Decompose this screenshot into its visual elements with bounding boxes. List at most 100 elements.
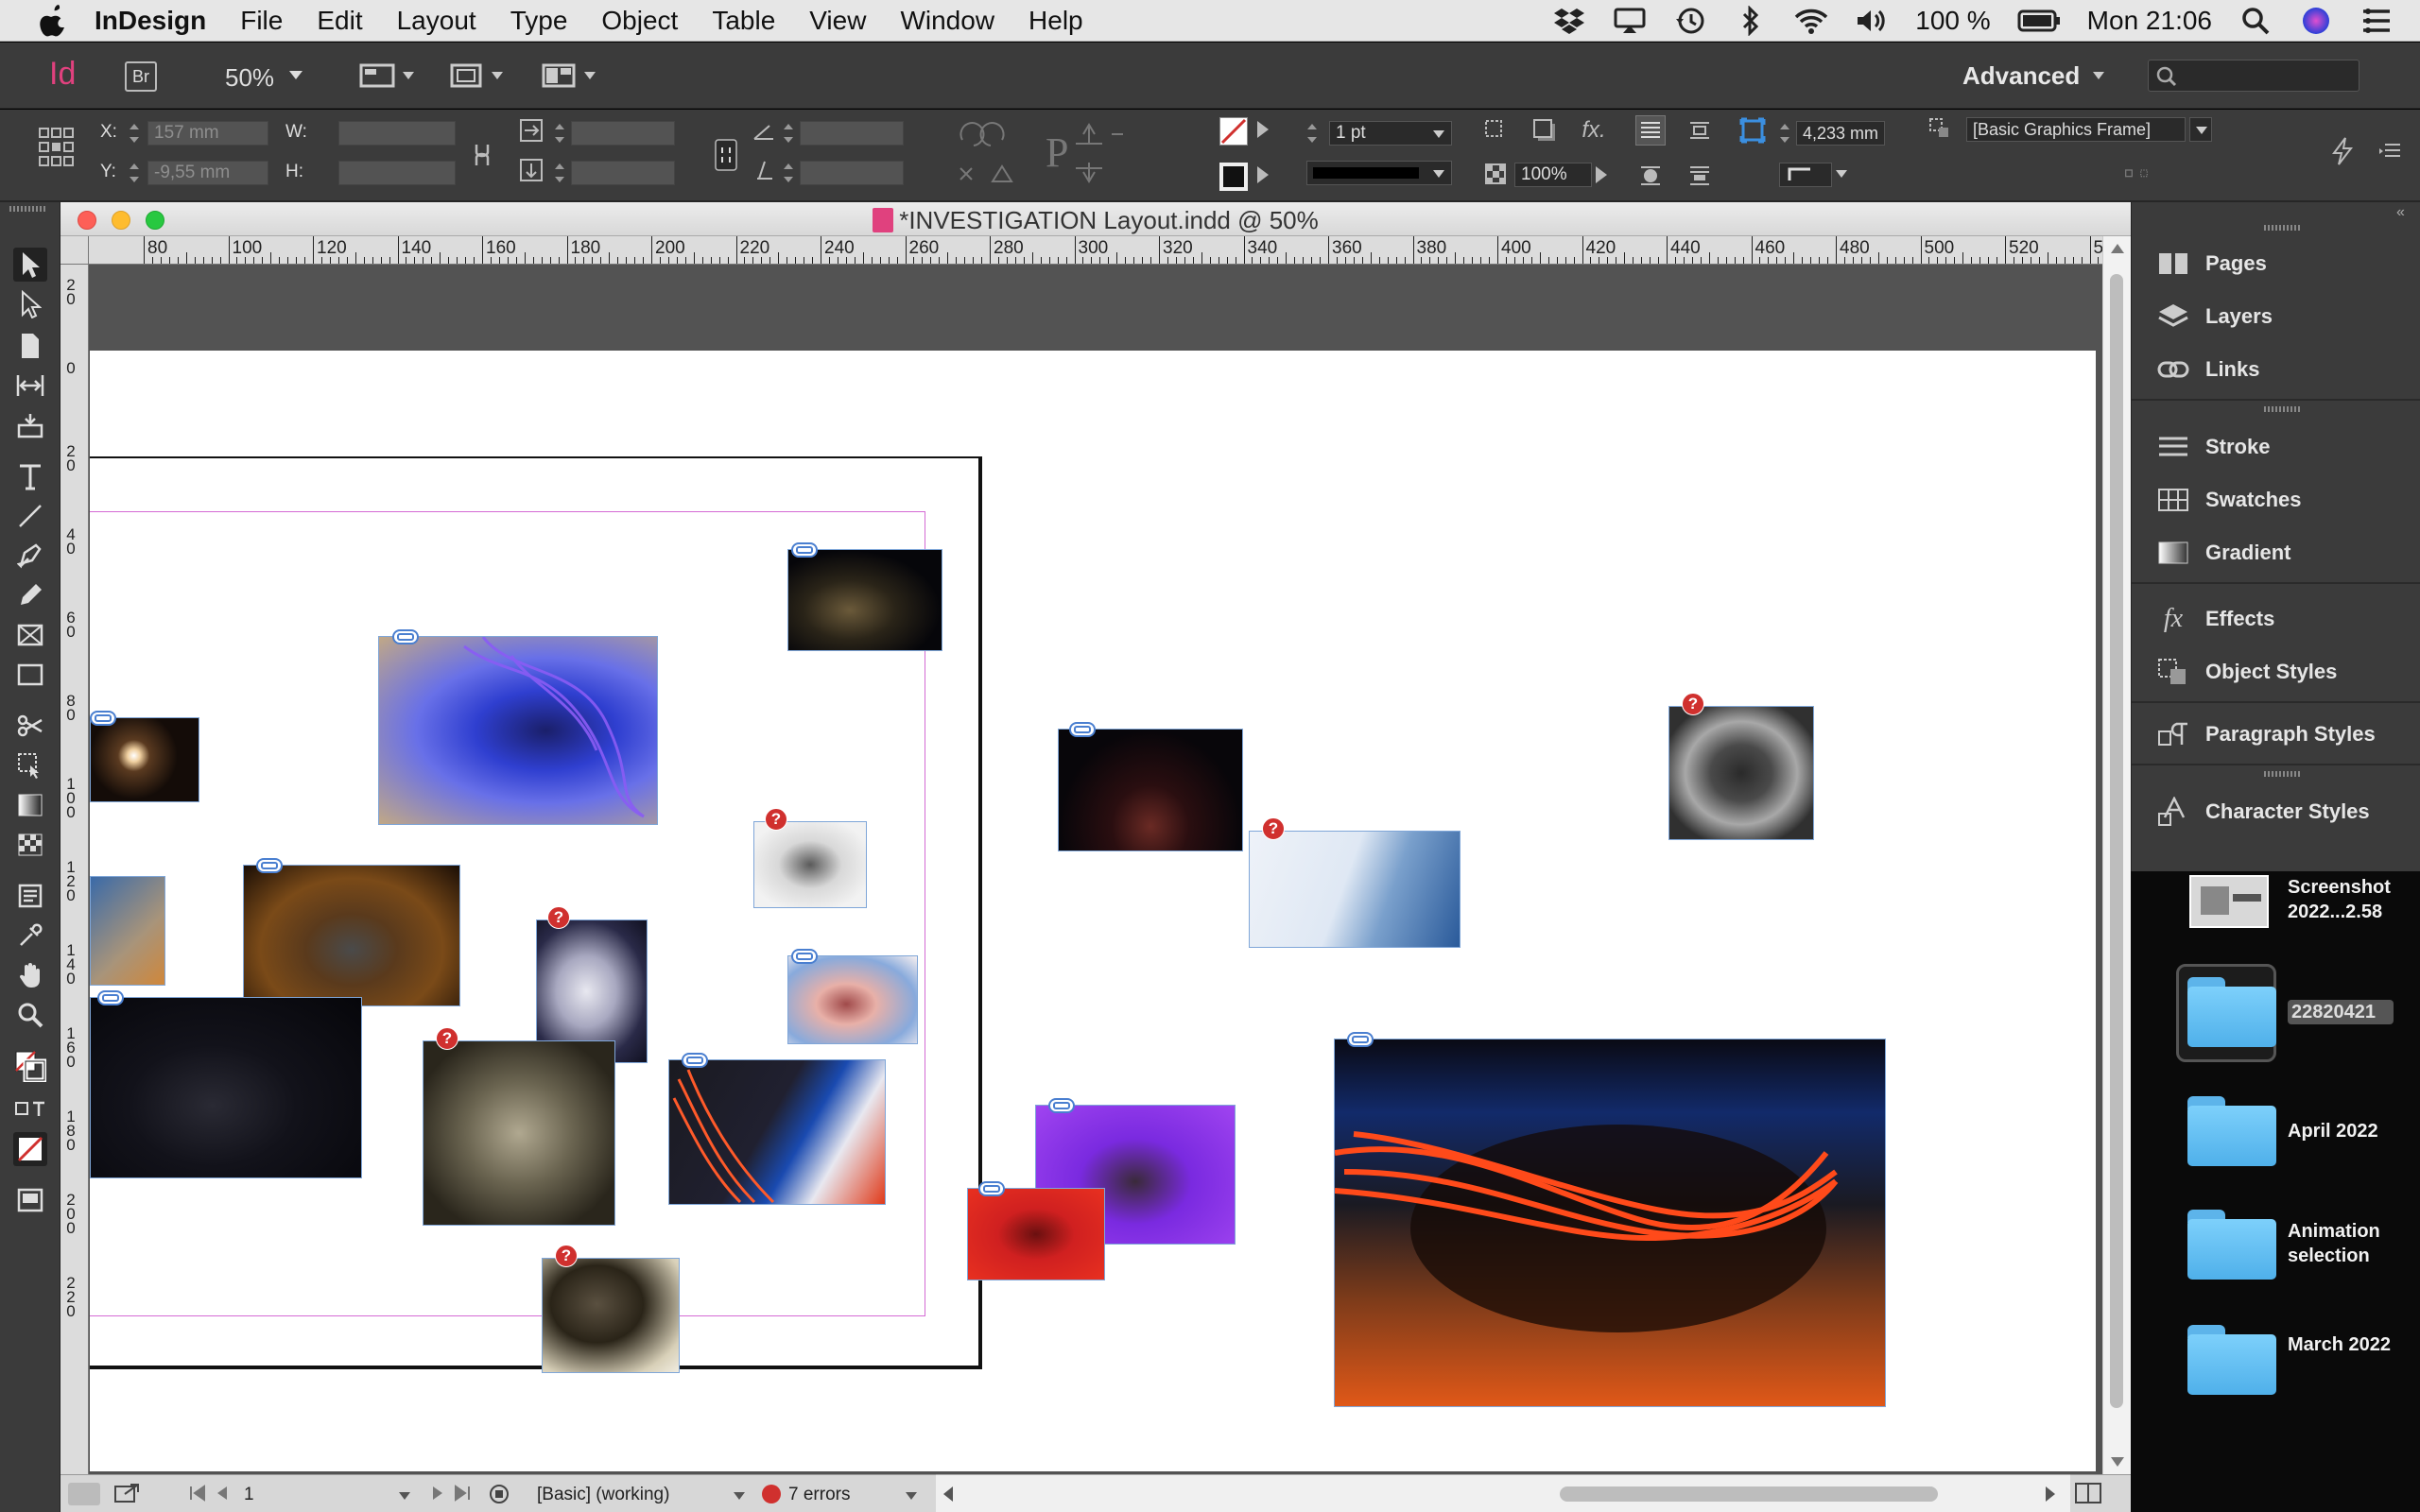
placed-image-bowl-dark[interactable] [787, 549, 942, 651]
preflight-errors[interactable]: 7 errors [788, 1485, 850, 1505]
zoom-level[interactable]: 50% [225, 63, 274, 93]
stroke-menu-arrow-icon[interactable] [1257, 166, 1269, 183]
desktop-folder[interactable]: April 2022 [2131, 1091, 2420, 1176]
chevron-down-icon[interactable] [2093, 72, 2104, 79]
ruler-origin[interactable] [60, 236, 89, 265]
rotate-angle-icon[interactable] [749, 115, 779, 146]
apple-icon[interactable] [38, 4, 70, 37]
link-icon[interactable] [1069, 722, 1096, 737]
link-icon[interactable] [97, 990, 124, 1005]
y-field[interactable]: -9,55 mm [147, 161, 268, 185]
scale-x-icon[interactable] [516, 115, 546, 146]
missing-link-icon[interactable]: ? [1682, 693, 1704, 715]
airplay-icon[interactable] [1613, 4, 1647, 38]
missing-link-icon[interactable]: ? [555, 1245, 578, 1267]
gradient-feather-tool-icon[interactable] [13, 828, 47, 862]
volume-icon[interactable] [1855, 4, 1889, 38]
rotate-field[interactable] [800, 121, 904, 146]
screen-mode-button[interactable] [448, 60, 503, 92]
menubar-clock[interactable]: Mon 21:06 [2087, 6, 2212, 36]
fill-menu-arrow-icon[interactable] [1257, 121, 1269, 138]
placed-image-speckled-surface[interactable] [423, 1040, 615, 1226]
object-style-select[interactable]: [Basic Graphics Frame] [1966, 117, 2186, 142]
rectangle-frame-tool-icon[interactable] [13, 618, 47, 652]
chevron-down-icon[interactable] [399, 1492, 410, 1500]
fill-none-swatch[interactable] [1219, 117, 1248, 146]
x-field[interactable]: 157 mm [147, 121, 268, 146]
scale-x-field[interactable] [571, 121, 675, 146]
preflight-profile-icon[interactable] [488, 1483, 510, 1511]
panel-group-grip[interactable] [2264, 406, 2302, 412]
menu-window[interactable]: Window [900, 6, 994, 36]
adobe-stock-search-input[interactable] [2148, 60, 2360, 92]
panel-layers[interactable]: Layers [2132, 291, 2420, 342]
vertical-scrollbar[interactable] [2102, 236, 2131, 1474]
selection-tool-icon[interactable] [13, 248, 47, 282]
workspace-switcher[interactable]: Advanced [1962, 61, 2080, 91]
menu-indesign[interactable]: InDesign [95, 6, 206, 36]
next-page-icon[interactable] [431, 1485, 444, 1507]
vertical-scroll-thumb[interactable] [2110, 274, 2123, 1408]
object-style-dropdown[interactable] [2189, 117, 2212, 142]
panel-object-styles[interactable]: Object Styles [2132, 646, 2420, 697]
document-canvas[interactable]: ? ? ? ? ? ? [90, 266, 2096, 1473]
menu-table[interactable]: Table [712, 6, 775, 36]
spotlight-search-icon[interactable] [2238, 4, 2273, 38]
missing-link-icon[interactable]: ? [547, 906, 570, 929]
link-icon[interactable] [1048, 1098, 1075, 1113]
corner-shape-select[interactable] [1779, 163, 1832, 187]
battery-icon[interactable] [2017, 4, 2061, 38]
panel-stroke[interactable]: Stroke [2132, 421, 2420, 472]
opacity-icon[interactable] [1480, 159, 1511, 189]
panel-swatches[interactable]: Swatches [2132, 474, 2420, 525]
desktop-folder[interactable]: Animation selection [2131, 1204, 2420, 1289]
control-center-icon[interactable] [2360, 4, 2394, 38]
placed-image-red-bowl[interactable] [967, 1188, 1105, 1280]
link-icon[interactable] [1347, 1032, 1374, 1047]
siri-icon[interactable] [2299, 4, 2333, 38]
pencil-tool-icon[interactable] [13, 578, 47, 612]
fx-effects-icon[interactable]: fx. [1579, 115, 1609, 146]
reference-point-icon[interactable] [38, 127, 74, 173]
arrange-documents-button[interactable] [541, 60, 596, 92]
clear-overrides-icon[interactable] [2123, 161, 2153, 191]
vertical-ruler[interactable]: 20020406080100120140160180200220 [60, 265, 89, 1474]
auto-fit-icon[interactable] [1737, 115, 1768, 146]
quick-apply-icon[interactable] [2327, 136, 2358, 166]
shear-stepper[interactable] [781, 161, 796, 185]
placed-image-blue-light-trail[interactable] [378, 636, 658, 825]
bluetooth-icon[interactable] [1734, 4, 1768, 38]
menu-file[interactable]: File [240, 6, 283, 36]
desktop-folder[interactable]: March 2022 [2131, 1315, 2420, 1400]
apply-none-icon[interactable] [13, 1132, 47, 1166]
scroll-right-icon[interactable] [2046, 1486, 2055, 1502]
desktop-folder[interactable]: 22820421 [2131, 964, 2420, 1062]
text-wrap-shape-icon[interactable] [1635, 161, 1666, 191]
text-wrap-box-icon[interactable] [1685, 115, 1715, 146]
menu-layout[interactable]: Layout [397, 6, 476, 36]
error-indicator-icon[interactable] [762, 1485, 781, 1503]
link-icon[interactable] [791, 949, 818, 964]
placed-image-crackle-texture[interactable] [542, 1258, 680, 1373]
wifi-icon[interactable] [1794, 4, 1828, 38]
scale-y-icon[interactable] [516, 155, 546, 185]
chevron-down-icon[interactable] [734, 1492, 745, 1500]
panel-group-grip[interactable] [2264, 225, 2302, 231]
pen-tool-icon[interactable] [13, 539, 47, 573]
link-icon[interactable] [90, 711, 116, 726]
type-tool-icon[interactable] [13, 459, 47, 493]
note-tool-icon[interactable] [13, 879, 47, 913]
x-stepper[interactable] [127, 121, 142, 146]
object-style-icon[interactable] [1925, 113, 1955, 144]
scroll-down-icon[interactable] [2111, 1457, 2124, 1467]
panel-paragraph-styles[interactable]: Paragraph Styles [2132, 709, 2420, 760]
content-collector-icon[interactable] [13, 408, 47, 442]
link-icon[interactable] [978, 1181, 1005, 1196]
line-tool-icon[interactable] [13, 499, 47, 533]
panel-group-grip[interactable] [2264, 771, 2302, 777]
screen-mode-icon[interactable] [13, 1183, 47, 1217]
page-number-field[interactable]: 1 [244, 1485, 254, 1505]
stroke-weight-stepper[interactable] [1305, 121, 1320, 146]
menu-view[interactable]: View [809, 6, 866, 36]
stroke-type-select[interactable] [1306, 161, 1452, 185]
